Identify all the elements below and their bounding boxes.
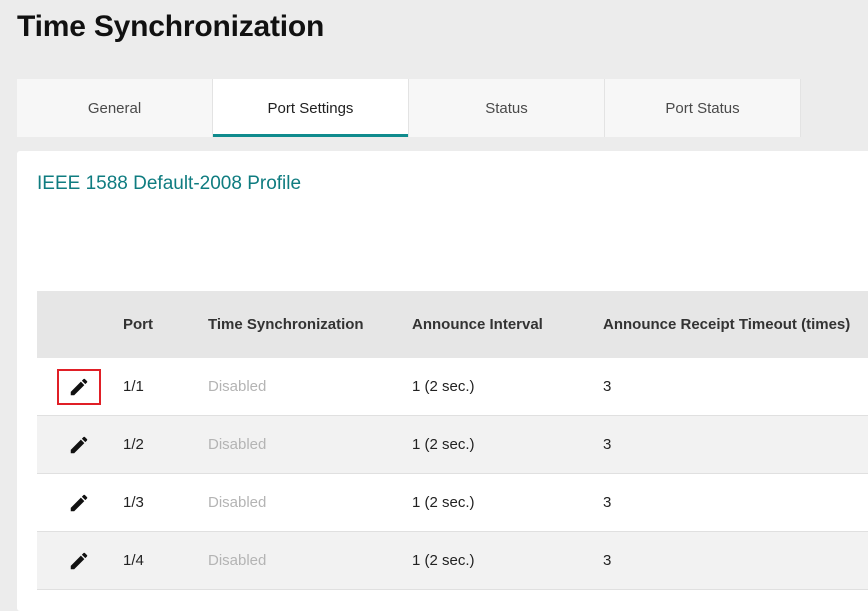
header-time-sync: Time Synchronization bbox=[208, 316, 364, 333]
cell-time-sync: Disabled bbox=[208, 552, 267, 569]
table-row: 1/2 Disabled 1 (2 sec.) 3 bbox=[37, 416, 868, 474]
pencil-icon bbox=[68, 434, 90, 456]
edit-cell bbox=[37, 416, 123, 473]
profile-title: IEEE 1588 Default-2008 Profile bbox=[37, 173, 302, 194]
content-card: IEEE 1588 Default-2008 Profile Port Time… bbox=[17, 151, 868, 611]
header-announce-timeout: Announce Receipt Timeout (times) bbox=[603, 316, 851, 333]
cell-announce-interval: 1 (2 sec.) bbox=[412, 436, 475, 453]
page-title: Time Synchronization bbox=[17, 10, 325, 43]
table-row: 1/3 Disabled 1 (2 sec.) 3 bbox=[37, 474, 868, 532]
edit-button[interactable] bbox=[57, 543, 101, 579]
tab-general[interactable]: General bbox=[17, 79, 213, 137]
cell-port: 1/2 bbox=[123, 436, 144, 453]
cell-announce-timeout: 3 bbox=[603, 552, 612, 569]
cell-announce-timeout: 3 bbox=[603, 494, 612, 511]
cell-announce-interval: 1 (2 sec.) bbox=[412, 552, 475, 569]
cell-port: 1/1 bbox=[123, 378, 144, 395]
tab-bar: General Port Settings Status Port Status bbox=[17, 79, 801, 137]
cell-port: 1/4 bbox=[123, 552, 144, 569]
edit-button[interactable] bbox=[57, 485, 101, 521]
cell-time-sync: Disabled bbox=[208, 436, 267, 453]
port-settings-table: Port Time Synchronization Announce Inter… bbox=[37, 291, 868, 590]
table-row: 1/1 Disabled 1 (2 sec.) 3 bbox=[37, 358, 868, 416]
header-announce-interval: Announce Interval bbox=[412, 316, 543, 333]
cell-time-sync: Disabled bbox=[208, 378, 267, 395]
pencil-icon bbox=[68, 550, 90, 572]
cell-announce-timeout: 3 bbox=[603, 378, 612, 395]
edit-button[interactable] bbox=[57, 368, 101, 405]
cell-port: 1/3 bbox=[123, 494, 144, 511]
tab-port-status[interactable]: Port Status bbox=[605, 79, 801, 137]
header-edit-column bbox=[37, 291, 123, 358]
cell-time-sync: Disabled bbox=[208, 494, 267, 511]
table-header: Port Time Synchronization Announce Inter… bbox=[37, 291, 868, 358]
edit-cell bbox=[37, 358, 123, 415]
cell-announce-interval: 1 (2 sec.) bbox=[412, 378, 475, 395]
edit-cell bbox=[37, 474, 123, 531]
cell-announce-interval: 1 (2 sec.) bbox=[412, 494, 475, 511]
tab-status[interactable]: Status bbox=[409, 79, 605, 137]
tab-port-settings[interactable]: Port Settings bbox=[213, 79, 409, 137]
edit-button[interactable] bbox=[57, 427, 101, 463]
pencil-icon bbox=[68, 376, 90, 398]
cell-announce-timeout: 3 bbox=[603, 436, 612, 453]
edit-cell bbox=[37, 532, 123, 589]
header-port: Port bbox=[123, 316, 153, 333]
pencil-icon bbox=[68, 492, 90, 514]
table-row: 1/4 Disabled 1 (2 sec.) 3 bbox=[37, 532, 868, 590]
